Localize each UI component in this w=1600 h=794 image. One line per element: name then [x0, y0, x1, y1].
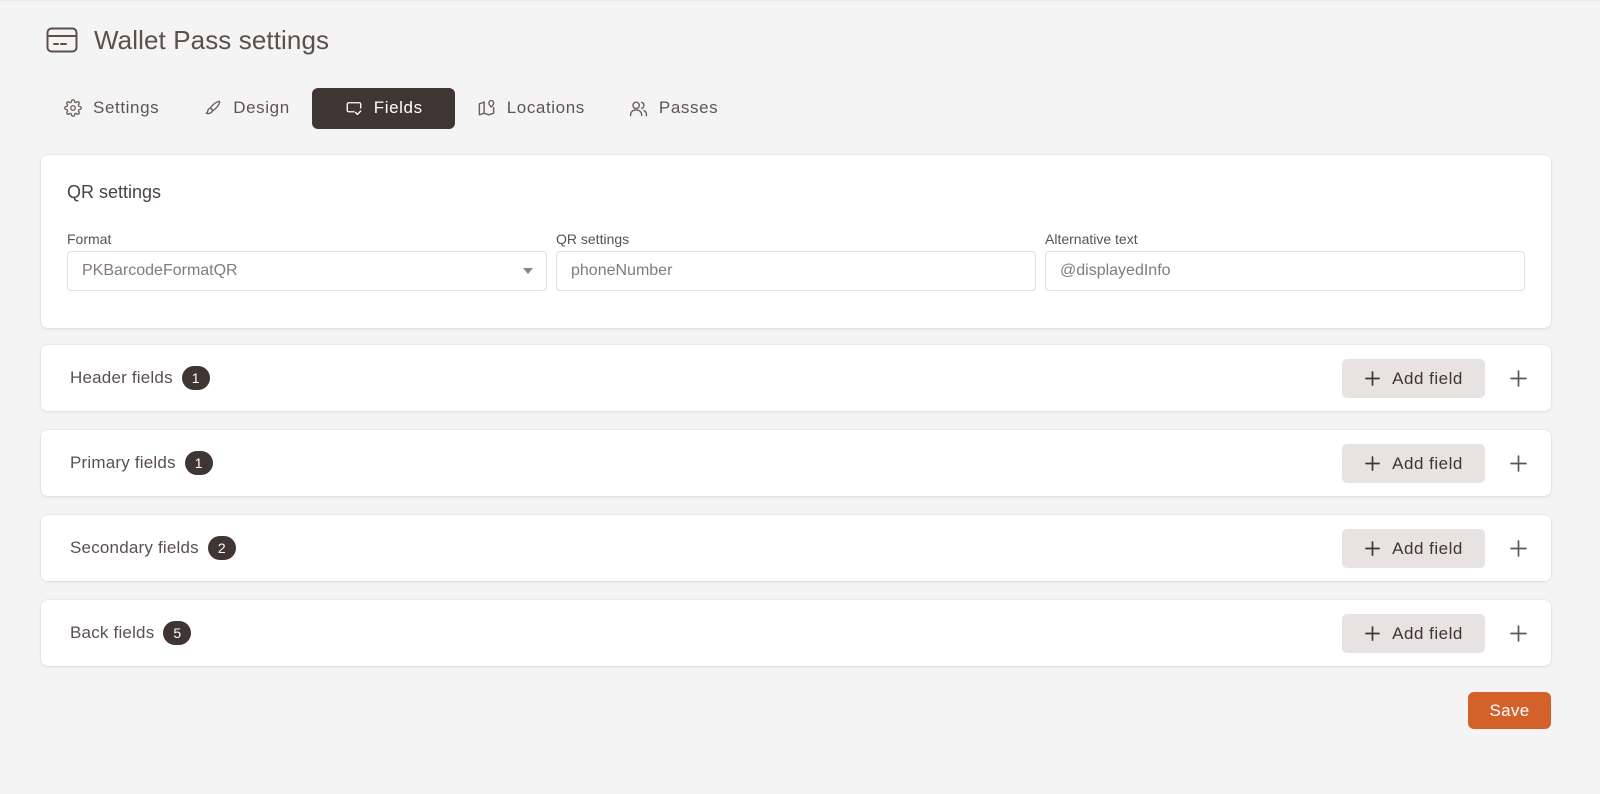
- save-button[interactable]: Save: [1468, 692, 1551, 729]
- format-select[interactable]: PKBarcodeFormatQR: [67, 251, 547, 291]
- expand-primary-fields-button[interactable]: [1509, 454, 1527, 472]
- expand-back-fields-button[interactable]: [1509, 624, 1527, 642]
- add-header-field-button[interactable]: Add field: [1342, 359, 1485, 398]
- plus-icon: [1509, 454, 1527, 472]
- qr-settings-fields: Format PKBarcodeFormatQR QR settings Alt…: [67, 231, 1525, 291]
- page-header: Wallet Pass settings: [45, 22, 329, 58]
- primary-fields-section[interactable]: Primary fields 1 Add field: [41, 430, 1551, 496]
- add-field-label: Add field: [1392, 623, 1463, 643]
- tab-settings[interactable]: Settings: [41, 88, 181, 129]
- format-select-value: PKBarcodeFormatQR: [82, 262, 238, 279]
- tab-settings-label: Settings: [93, 98, 160, 117]
- qr-value-field-group: QR settings: [556, 231, 1036, 291]
- gear-icon: [63, 98, 83, 118]
- add-primary-field-button[interactable]: Add field: [1342, 444, 1485, 483]
- count-badge: 1: [181, 366, 210, 390]
- credit-card-icon: [45, 23, 79, 57]
- add-field-label: Add field: [1392, 538, 1463, 558]
- section-label: Primary fields: [70, 453, 176, 472]
- plus-icon: [1364, 456, 1380, 472]
- plus-icon: [1364, 626, 1380, 642]
- alt-text-input[interactable]: [1060, 262, 1510, 280]
- alt-text-field-group: Alternative text: [1045, 231, 1525, 291]
- tab-design-label: Design: [233, 98, 290, 117]
- tab-locations-label: Locations: [506, 98, 585, 117]
- count-badge: 2: [207, 536, 236, 560]
- add-field-label: Add field: [1392, 453, 1463, 473]
- expand-header-fields-button[interactable]: [1509, 369, 1527, 387]
- secondary-fields-section[interactable]: Secondary fields 2 Add field: [41, 515, 1551, 581]
- qr-value-input[interactable]: [571, 262, 1021, 280]
- header-fields-section[interactable]: Header fields 1 Add field: [41, 345, 1551, 411]
- paintbrush-icon: [203, 98, 223, 118]
- section-label: Secondary fields: [70, 538, 199, 557]
- alt-text-label: Alternative text: [1045, 231, 1138, 247]
- format-field-group: Format PKBarcodeFormatQR: [67, 231, 547, 291]
- tab-passes[interactable]: Passes: [607, 88, 740, 129]
- expand-secondary-fields-button[interactable]: [1509, 539, 1527, 557]
- add-secondary-field-button[interactable]: Add field: [1342, 529, 1485, 568]
- tab-bar: Settings Design Fields Locations Passes: [41, 87, 740, 129]
- tab-design[interactable]: Design: [181, 88, 312, 129]
- add-back-field-button[interactable]: Add field: [1342, 614, 1485, 653]
- top-divider: [0, 0, 1600, 1]
- plus-icon: [1364, 541, 1380, 557]
- caret-down-icon: [523, 268, 533, 274]
- section-label: Header fields: [70, 368, 173, 387]
- page-title: Wallet Pass settings: [94, 24, 330, 55]
- qr-value-field-box: [556, 251, 1036, 291]
- add-field-label: Add field: [1392, 368, 1463, 388]
- count-badge: 5: [163, 621, 192, 645]
- fields-icon: [344, 98, 364, 118]
- qr-settings-card: QR settings Format PKBarcodeFormatQR QR …: [41, 155, 1551, 328]
- plus-icon: [1509, 539, 1527, 557]
- back-fields-section[interactable]: Back fields 5 Add field: [41, 600, 1551, 666]
- count-badge: 1: [184, 451, 213, 475]
- map-pin-icon: [477, 98, 497, 118]
- tab-fields[interactable]: Fields: [311, 87, 455, 129]
- qr-settings-title: QR settings: [67, 182, 162, 202]
- plus-icon: [1509, 624, 1527, 642]
- plus-icon: [1509, 369, 1527, 387]
- tab-locations[interactable]: Locations: [455, 88, 607, 129]
- tab-fields-label: Fields: [373, 98, 423, 117]
- alt-text-field-box: [1045, 251, 1525, 291]
- section-label: Back fields: [70, 623, 155, 642]
- qr-value-label: QR settings: [556, 231, 630, 247]
- tab-passes-label: Passes: [658, 98, 719, 117]
- users-icon: [629, 98, 649, 118]
- section-header: Header fields 1: [70, 345, 210, 411]
- section-header: Primary fields 1: [70, 430, 213, 496]
- format-label: Format: [67, 231, 112, 247]
- section-header: Secondary fields 2: [70, 515, 236, 581]
- plus-icon: [1364, 371, 1380, 387]
- section-header: Back fields 5: [70, 600, 192, 666]
